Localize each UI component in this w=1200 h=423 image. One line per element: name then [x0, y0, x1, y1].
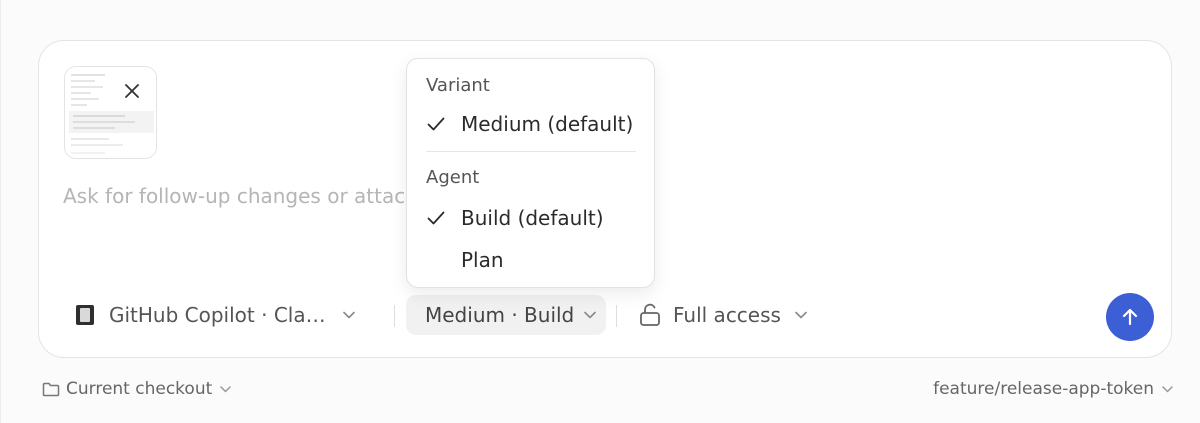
menu-item-label: Build (default) — [461, 206, 604, 230]
checkout-selector[interactable]: Current checkout — [42, 375, 232, 403]
branch-label: feature/release-app-token — [933, 379, 1154, 399]
toolbar-divider — [616, 305, 617, 327]
menu-item-label: Plan — [461, 248, 504, 272]
variant-agent-dropdown: Variant Medium (default) Agent Build (de… — [406, 58, 655, 288]
send-button[interactable] — [1106, 293, 1154, 341]
variant-agent-label: Medium · Build — [425, 303, 575, 327]
menu-item-label: Medium (default) — [461, 112, 634, 136]
checkout-label: Current checkout — [66, 379, 213, 399]
arrow-up-icon — [1121, 307, 1139, 327]
lock-icon — [639, 303, 661, 327]
chevron-down-icon — [1162, 385, 1173, 393]
variant-heading: Variant — [426, 75, 490, 96]
folder-icon — [42, 382, 60, 397]
model-selector[interactable]: GitHub Copilot · Claude — [75, 295, 371, 335]
menu-item-build-default[interactable]: Build (default) — [407, 201, 654, 235]
screenshot-preview — [65, 67, 156, 158]
model-label: GitHub Copilot · Claude — [109, 303, 327, 327]
access-label: Full access — [673, 303, 781, 327]
toolbar-divider — [394, 305, 395, 327]
checkmark-icon — [407, 211, 461, 225]
menu-divider — [426, 151, 636, 152]
chevron-down-icon — [220, 385, 232, 393]
variant-agent-selector[interactable]: Medium · Build — [406, 295, 606, 335]
branch-selector[interactable]: feature/release-app-token — [933, 375, 1173, 403]
close-icon[interactable] — [123, 82, 141, 100]
checkmark-icon — [407, 117, 461, 131]
chevron-down-icon — [584, 311, 597, 319]
app-icon — [75, 304, 95, 326]
chevron-down-icon — [343, 311, 355, 319]
chevron-down-icon — [795, 311, 807, 319]
page: Ask for follow-up changes or attach GitH… — [0, 0, 1200, 423]
agent-heading: Agent — [426, 167, 480, 188]
menu-item-plan[interactable]: Plan — [407, 243, 654, 277]
attachment-thumbnail[interactable] — [64, 66, 157, 159]
menu-item-medium-default[interactable]: Medium (default) — [407, 107, 654, 141]
access-selector[interactable]: Full access — [639, 295, 809, 335]
